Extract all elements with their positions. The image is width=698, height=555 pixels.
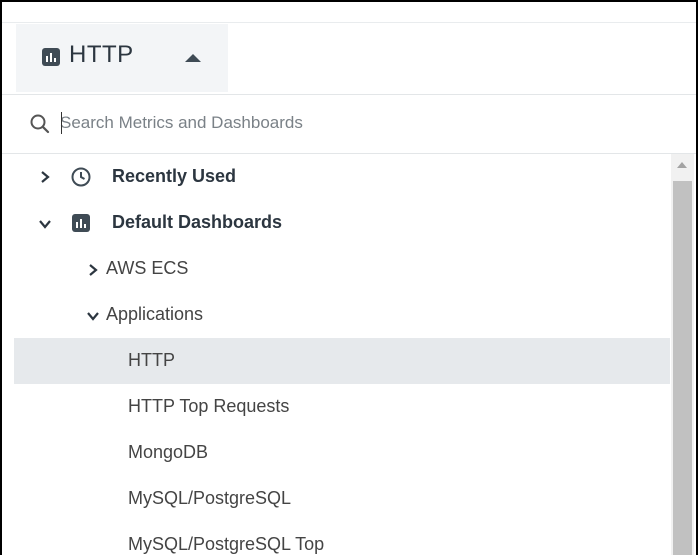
chevron-right-icon — [41, 171, 50, 183]
search-icon — [30, 114, 50, 134]
search-bar — [2, 95, 696, 154]
tree-item-recently-used[interactable]: Recently Used — [14, 154, 670, 200]
bar-chart-icon — [72, 214, 90, 232]
chevron-down-icon — [87, 312, 99, 321]
tree-item-label: HTTP — [128, 350, 175, 370]
tree-item-label: AWS ECS — [106, 258, 189, 278]
tree-item-default-dashboards[interactable]: Default Dashboards — [14, 200, 670, 246]
caret-up-icon — [185, 54, 201, 62]
tree-item-http-top-requests[interactable]: HTTP Top Requests — [14, 384, 670, 430]
bar-chart-icon — [42, 48, 60, 66]
tree-item-http[interactable]: HTTP — [14, 338, 670, 384]
tree-item-mysql-postgresql-top[interactable]: MySQL/PostgreSQL Top — [14, 522, 670, 555]
tree-item-label: Applications — [106, 304, 204, 324]
tree-item-aws-ecs[interactable]: AWS ECS — [14, 246, 670, 292]
dashboard-selector-button[interactable]: HTTP — [16, 24, 228, 92]
chevron-right-icon — [89, 264, 98, 276]
scrollbar-thumb[interactable] — [673, 181, 692, 555]
tree-item-label: Recently Used — [112, 166, 237, 186]
tree-item-applications[interactable]: Applications — [14, 292, 670, 338]
tree-item-label: Default Dashboards — [112, 212, 283, 232]
scroll-up-arrow-icon[interactable] — [677, 162, 687, 168]
tree-item-label: MySQL/PostgreSQL — [128, 488, 292, 508]
search-input[interactable] — [60, 109, 660, 137]
dashboard-picker-panel: HTTP Recently Used — [0, 0, 698, 555]
tree-item-label: HTTP Top Requests — [128, 396, 290, 416]
tree-item-mongodb[interactable]: MongoDB — [14, 430, 670, 476]
header: HTTP — [2, 2, 696, 95]
vertical-scrollbar[interactable] — [671, 154, 694, 555]
chevron-down-icon — [39, 220, 51, 229]
text-cursor — [61, 112, 62, 134]
clock-icon — [71, 167, 91, 187]
tree-item-label: MongoDB — [128, 442, 209, 462]
metrics-tree: Recently Used Default Dashboards AWS ECS — [2, 154, 670, 555]
tree-item-label: MySQL/PostgreSQL Top — [128, 534, 325, 554]
tree-item-mysql-postgresql[interactable]: MySQL/PostgreSQL — [14, 476, 670, 522]
dashboard-title: HTTP — [69, 41, 134, 68]
